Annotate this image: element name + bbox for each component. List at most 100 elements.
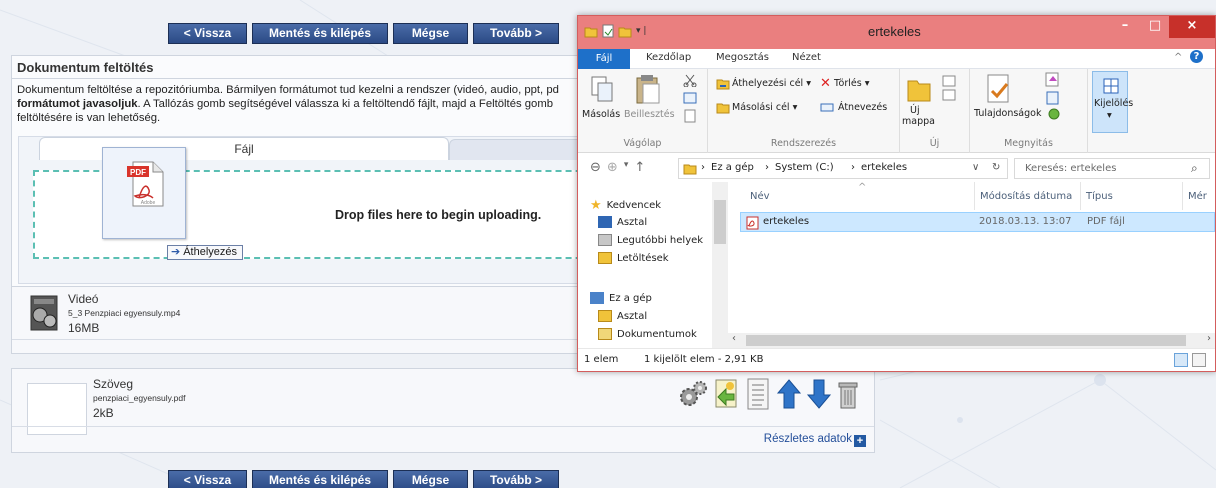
file-size: 16MB [68,321,100,335]
file-list-scrollbar[interactable]: ‹ › [728,333,1215,348]
column-header-name[interactable]: Név [750,191,770,202]
details-link[interactable]: Részletes adatok + [764,433,866,447]
maximize-button[interactable]: □ [1141,16,1169,38]
scroll-left-icon[interactable]: ‹ [732,333,736,344]
copy-to-button[interactable]: Másolási cél ▾ [732,102,797,113]
sort-arrow-icon: ^ [858,182,867,193]
tab-file[interactable]: Fájl [578,49,630,69]
copy-icon[interactable] [590,75,614,105]
scrollbar-thumb[interactable] [746,335,1186,346]
settings-gears-icon[interactable] [678,377,708,411]
organize-group-label: Rendszerezés [770,138,837,149]
move-down-icon[interactable] [806,377,832,411]
address-dropdown-icon[interactable]: ∨ [972,162,979,173]
column-header-size[interactable]: Mér [1188,191,1207,202]
select-button[interactable]: Kijelölés ▾ [1092,71,1133,133]
column-separator [974,182,975,210]
cut-icon[interactable] [682,73,698,87]
document-list-icon[interactable] [744,377,772,411]
save-exit-button[interactable]: Mentés és kilépés [252,23,388,44]
new-group-label: Új [929,138,940,149]
replace-file-icon[interactable] [712,377,740,411]
details-link-label: Részletes adatok [763,433,852,445]
breadcrumb-item[interactable]: System (C:) [775,162,834,173]
adobe-text: Adobe [141,200,156,206]
next-button[interactable]: Tovább > [473,470,559,488]
column-header-modified[interactable]: Módosítás dátuma [980,191,1072,202]
nav-item-this-pc[interactable]: Ez a gép [590,292,652,304]
nav-item-documents[interactable]: Dokumentumok [598,328,697,340]
nav-item-favorites[interactable]: ★ Kedvencek [590,198,661,213]
close-button[interactable]: × [1169,16,1215,38]
nav-item-recent[interactable]: Legutóbbi helyek [598,234,703,246]
nav-item-desktop[interactable]: Asztal [598,216,647,228]
tab-home[interactable]: Kezdőlap [646,52,691,63]
properties-button[interactable]: Tulajdonságok [974,108,1041,119]
up-arrow-icon[interactable]: ↑ [634,160,645,175]
scrollbar-thumb[interactable] [714,200,726,244]
details-view-icon[interactable] [1174,353,1188,367]
delete-button[interactable]: Törlés ▾ [834,78,870,89]
search-input[interactable]: Keresés: ertekeles ⌕ [1014,158,1210,179]
new-folder-label-2[interactable]: mappa [902,116,935,127]
back-arrow-icon[interactable]: ⊖ [590,160,601,175]
help-icon[interactable]: ? [1190,50,1203,63]
move-to-button[interactable]: Áthelyezési cél ▾ [732,78,811,89]
history-icon[interactable] [1044,107,1064,121]
panel-description: Dokumentum feltöltése a repozitóriumba. … [17,83,577,125]
next-button[interactable]: Tovább > [473,23,559,44]
move-up-icon[interactable] [776,377,802,411]
recent-dropdown-icon[interactable]: ▾ [624,160,629,175]
new-item-icon[interactable] [940,73,960,103]
paste-icon[interactable] [634,73,660,105]
breadcrumb-item[interactable]: Ez a gép [711,162,754,173]
save-exit-button[interactable]: Mentés és kilépés [252,470,388,488]
properties-icon[interactable] [984,73,1014,105]
window-titlebar[interactable]: ▾ | ertekeles – □ × [578,16,1215,49]
collapse-ribbon-icon[interactable]: ^ [1174,52,1182,63]
file-name: ertekeles [763,216,810,227]
new-folder-icon[interactable] [618,25,632,38]
tab-view[interactable]: Nézet [792,52,821,63]
tab-share[interactable]: Megosztás [716,52,769,63]
open-group-label: Megnyitás [1004,138,1053,149]
breadcrumb-item[interactable]: ertekeles [861,162,907,173]
new-folder-label-1[interactable]: Új [910,105,920,116]
file-row[interactable]: ertekeles 2018.03.13. 13:07 PDF fájl [740,212,1215,232]
copy-button[interactable]: Másolás [582,109,620,120]
nav-pane-scrollbar[interactable] [712,182,728,348]
forward-arrow-icon[interactable]: ⊕ [607,160,618,175]
new-folder-icon[interactable] [906,73,932,103]
folder-icon [683,164,697,175]
trash-icon[interactable] [836,377,860,411]
cancel-button[interactable]: Mégse [393,470,468,488]
back-button[interactable]: < Vissza [168,470,247,488]
rename-button[interactable]: Átnevezés [838,102,887,113]
large-icons-view-icon[interactable] [1192,353,1206,367]
copy-path-icon[interactable] [682,91,698,105]
properties-icon[interactable] [602,24,614,38]
back-button[interactable]: < Vissza [168,23,247,44]
refresh-icon[interactable]: ↻ [992,162,1000,173]
paste-shortcut-icon[interactable] [682,109,698,123]
nav-item-downloads[interactable]: Letöltések [598,252,669,264]
ribbon-group-open: Tulajdonságok Megnyitás [970,69,1088,153]
open-icon[interactable] [1044,72,1064,88]
drag-tooltip-label: Áthelyezés [183,246,238,258]
drop-zone-text: Drop files here to begin uploading. [335,208,542,222]
customize-toolbar-icon[interactable]: ▾ | [636,26,646,36]
tab-file[interactable]: Fájl [39,137,449,160]
scroll-right-icon[interactable]: › [1207,333,1211,344]
minimize-button[interactable]: – [1111,16,1139,38]
edit-icon[interactable] [1044,91,1064,105]
paste-button[interactable]: Beillesztés [624,109,675,120]
column-header-type[interactable]: Típus [1086,191,1113,202]
file-type-label: Szöveg [93,377,134,391]
selection-info: 1 kijelölt elem - 2,91 KB [644,354,764,365]
nav-item-desktop-2[interactable]: Asztal [598,310,647,322]
breadcrumb-separator: › [851,162,855,173]
description-bold: formátumot javasoljuk [17,98,138,110]
folder-icon [584,27,598,37]
cancel-button[interactable]: Mégse [393,23,468,44]
address-bar[interactable]: › Ez a gép › System (C:) › ertekeles ∨ ↻ [678,158,1008,179]
